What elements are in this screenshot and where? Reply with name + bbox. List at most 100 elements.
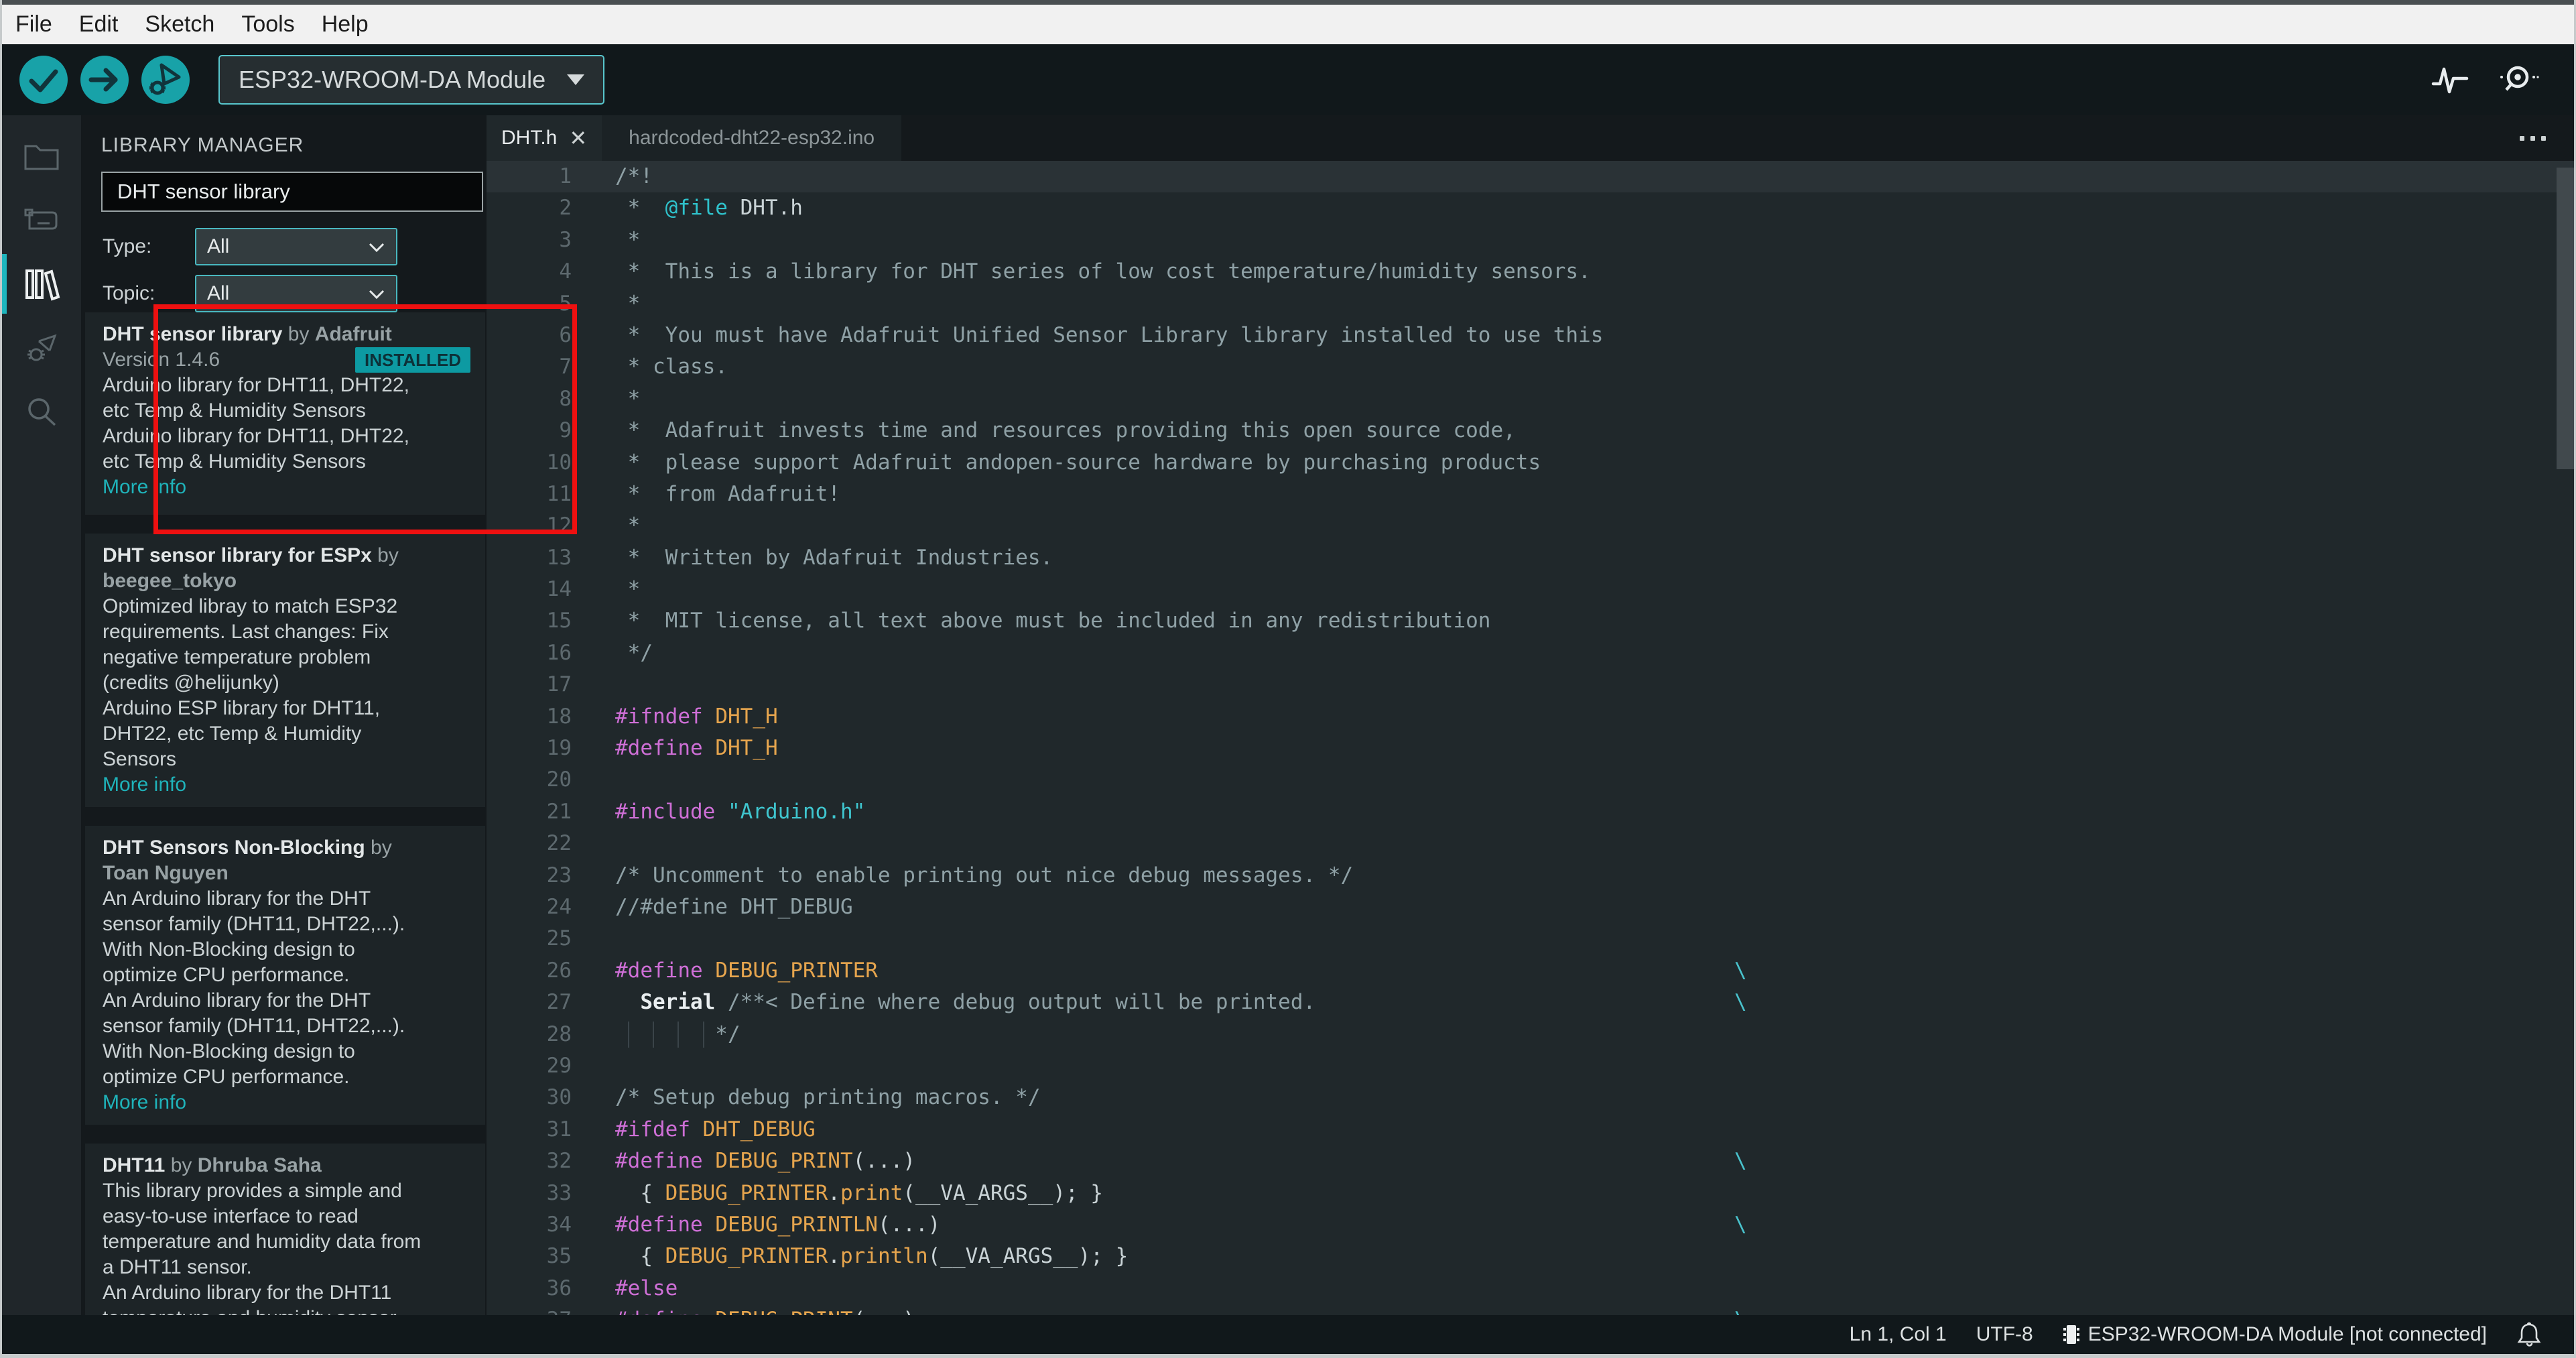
menu-sketch[interactable]: Sketch (131, 11, 228, 38)
line-number: 9 (559, 418, 572, 443)
window-border-top (2, 0, 2574, 5)
line-number: 1 (559, 164, 572, 188)
line-number: 2 (559, 196, 572, 221)
line-number: 3 (559, 227, 572, 252)
library-entry-description: (credits @helijunky) (103, 672, 279, 694)
line-number: 18 (546, 704, 572, 729)
code-line-27: 27 Serial /**< Define where debug output… (487, 987, 2574, 1018)
line-number: 25 (546, 926, 572, 951)
cursor-position[interactable]: Ln 1, Col 1 (1850, 1323, 1947, 1346)
line-number: 31 (546, 1117, 572, 1141)
more-info-link[interactable]: More info (103, 475, 474, 500)
line-number: 11 (546, 481, 572, 506)
library-entry-version: Version 1.4.6 (103, 349, 220, 371)
window-border-bottom (2, 1354, 2574, 1358)
board-selector-value: ESP32-WROOM-DA Module (239, 66, 546, 93)
library-entry-description: optimize CPU performance. (103, 964, 350, 986)
library-entry-description: optimize CPU performance. (103, 1066, 350, 1088)
library-entry-2[interactable]: DHT sensor library for ESPx by beegee_to… (85, 534, 485, 807)
debug-button[interactable] (141, 56, 190, 104)
tab-label: hardcoded-dht22-esp32.ino (629, 127, 875, 149)
filter-select-type[interactable]: All (195, 228, 397, 265)
filter-label: Topic: (103, 282, 155, 304)
library-entry-description: sensor family (DHT11, DHT22,...). (103, 1015, 405, 1037)
status-bar: Ln 1, Col 1 UTF-8 ESP32-WROOM-DA Module … (2, 1315, 2574, 1354)
line-number: 17 (546, 672, 572, 697)
editor-tab-bar: DHT.h ✕ hardcoded-dht22-esp32.ino (487, 115, 2574, 161)
debug-icon (141, 56, 190, 104)
line-number: 14 (546, 577, 572, 602)
library-entry-description: easy-to-use interface to read (103, 1205, 359, 1227)
library-entry-1[interactable]: DHT sensor library by Adafruit Version 1.… (85, 312, 485, 515)
menu-help[interactable]: Help (308, 11, 382, 38)
code-line-12: 12 * (487, 510, 2574, 542)
bell-icon[interactable] (2516, 1320, 2542, 1349)
code-line-36: 36 #else (487, 1273, 2574, 1304)
menu-file[interactable]: File (2, 11, 66, 38)
code-line-23: 23/* Uncomment to enable printing out ni… (487, 860, 2574, 891)
activity-bar (2, 115, 81, 1315)
sidebar-item-sketchbook[interactable] (2, 125, 81, 188)
serial-monitor-icon[interactable] (2496, 62, 2539, 97)
line-number: 29 (546, 1053, 572, 1078)
main-area: LIBRARY MANAGER Type: All Topic: All DHT se… (2, 115, 2574, 1315)
line-number: 22 (546, 831, 572, 856)
sidebar-item-boards-manager[interactable] (2, 188, 81, 252)
code-line-35: 35 { DEBUG_PRINTER.println(__VA_ARGS__);… (487, 1241, 2574, 1272)
library-entry-3[interactable]: DHT Sensors Non-Blocking by Toan Nguyen A… (85, 826, 485, 1125)
more-info-link[interactable]: More info (103, 772, 474, 798)
tab-dht.h[interactable]: DHT.h ✕ (487, 115, 602, 161)
encoding-indicator[interactable]: UTF-8 (1976, 1323, 2033, 1346)
line-number: 7 (559, 355, 572, 379)
line-continuation-backslash: \ (1734, 990, 1747, 1015)
line-number: 16 (546, 640, 572, 665)
line-number: 28 (546, 1022, 572, 1046)
code-line-26: 26 #define DEBUG_PRINTER \ (487, 955, 2574, 987)
ellipsis-icon[interactable] (2520, 135, 2546, 141)
code-line-18: 18 #ifndef DHT_H (487, 701, 2574, 733)
line-number: 30 (546, 1085, 572, 1110)
sidebar-item-library-manager[interactable] (2, 252, 81, 316)
library-entry-description: requirements. Last changes: Fix (103, 621, 389, 643)
board-status[interactable]: ESP32-WROOM-DA Module [not connected] (2063, 1322, 2487, 1347)
filter-value: All (207, 235, 230, 257)
code-line-28: 28 */ (487, 1019, 2574, 1050)
menu-edit[interactable]: Edit (66, 11, 132, 38)
code-line-20: 20 (487, 764, 2574, 796)
code-line-11: 11 * from Adafruit! (487, 479, 2574, 510)
library-search-input[interactable] (101, 172, 483, 212)
chevron-down-icon (567, 74, 584, 85)
code-line-21: 21 #include "Arduino.h" (487, 796, 2574, 828)
code-line-3: 3 * (487, 225, 2574, 256)
code-editor[interactable]: 1/*! 2 * @file DHT.h 3 * 4 * This is a libr… (487, 161, 2574, 1315)
close-icon[interactable]: ✕ (569, 125, 587, 151)
library-entry-title: DHT sensor library by Adafruit (103, 323, 392, 345)
line-number: 33 (546, 1180, 572, 1205)
serial-plotter-icon[interactable] (2431, 62, 2469, 97)
code-line-29: 29 (487, 1050, 2574, 1082)
sidebar-item-debug[interactable] (2, 316, 81, 379)
menu-bar: File Edit Sketch Tools Help (2, 5, 2574, 44)
tab-hardcoded-dht22-esp32.ino[interactable]: hardcoded-dht22-esp32.ino (602, 115, 902, 161)
board-selector-dropdown[interactable]: ESP32-WROOM-DA Module (218, 55, 604, 105)
line-number: 27 (546, 990, 572, 1015)
library-entry-description: An Arduino library for the DHT (103, 989, 371, 1011)
sidebar-item-search[interactable] (2, 379, 81, 443)
library-entry-description: With Non-Blocking design to (103, 938, 355, 961)
menu-tools[interactable]: Tools (228, 11, 308, 38)
library-entry-description: An Arduino library for the DHT (103, 887, 371, 910)
verify-button[interactable] (19, 56, 68, 104)
library-icon (23, 267, 60, 302)
code-line-33: 33 { DEBUG_PRINTER.print(__VA_ARGS__); } (487, 1178, 2574, 1209)
line-number: 35 (546, 1244, 572, 1269)
code-line-15: 15 * MIT license, all text above must be… (487, 605, 2574, 637)
code-line-37: 37#define DEBUG_PRINT(...)\ (487, 1304, 2574, 1315)
more-info-link[interactable]: More info (103, 1090, 474, 1115)
indent-guide (703, 1021, 704, 1048)
line-number: 37 (487, 1304, 572, 1315)
line-number: 5 (559, 291, 572, 316)
upload-button[interactable] (80, 56, 129, 104)
library-entry-4[interactable]: DHT11 by Dhruba Saha This library provide… (85, 1144, 485, 1315)
code-line-34: 34 #define DEBUG_PRINTLN(...) \ (487, 1209, 2574, 1241)
editor-scrollbar-thumb[interactable] (2557, 168, 2574, 469)
